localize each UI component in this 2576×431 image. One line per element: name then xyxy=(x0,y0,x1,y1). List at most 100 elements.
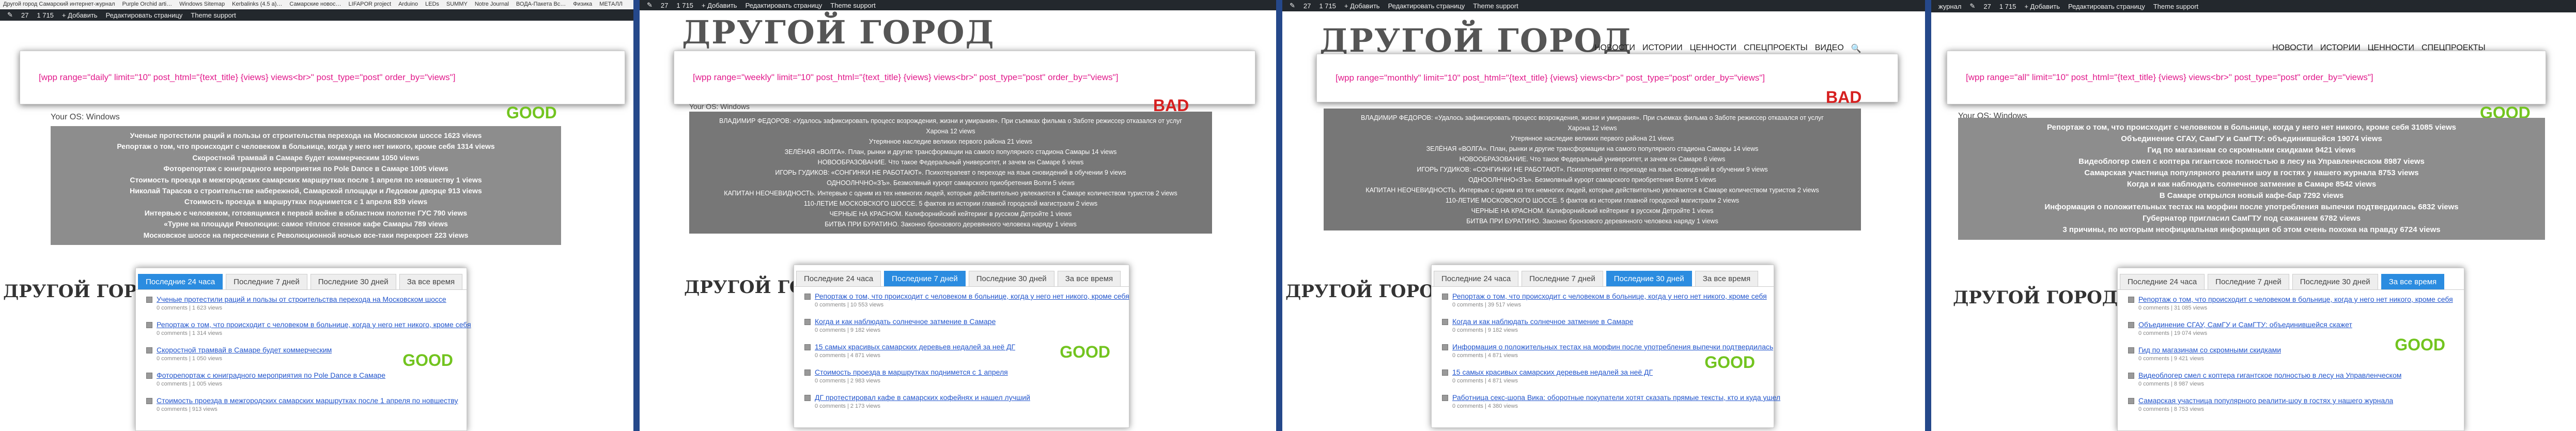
admin-item[interactable]: Редактировать страницу xyxy=(2068,3,2145,10)
bookmark-item[interactable]: LIFAPOR project xyxy=(349,1,392,7)
post-link[interactable]: 15 самых красивых самарских деревьев нед… xyxy=(815,343,1015,351)
comments-icon[interactable]: ✎ xyxy=(7,11,13,19)
admin-item[interactable]: + Добавить xyxy=(702,2,737,9)
post-link[interactable]: Стоимость проезда в межгородских самарск… xyxy=(157,396,458,405)
tab-7d[interactable]: Последние 7 дней xyxy=(2208,274,2289,289)
comments-icon[interactable]: ✎ xyxy=(1969,2,1975,10)
list-item[interactable]: Работница секс-шопа Вика: оборотные поку… xyxy=(1442,393,1780,409)
admin-item[interactable]: + Добавить xyxy=(62,11,98,19)
post-link[interactable]: Работница секс-шопа Вика: оборотные поку… xyxy=(1452,393,1780,402)
admin-item[interactable]: Theme support xyxy=(1473,2,1518,10)
tab-24h[interactable]: Последние 24 часа xyxy=(796,271,881,286)
tab-7d[interactable]: Последние 7 дней xyxy=(1522,271,1603,286)
admin-item[interactable]: 27 xyxy=(21,11,28,19)
admin-item[interactable]: 1 715 xyxy=(37,11,54,19)
bookmark-item[interactable]: Windows Sitemap xyxy=(179,1,225,7)
list-item[interactable]: Видеоблогер смел с коптера гигантское по… xyxy=(2128,371,2457,387)
tab-all-time[interactable]: За все время xyxy=(1695,271,1759,286)
list-item[interactable]: Репортаж о том, что происходит с человек… xyxy=(804,292,1129,308)
nav-item[interactable]: ВИДЕО xyxy=(1815,43,1844,54)
search-icon[interactable]: 🔍 xyxy=(1851,43,1861,54)
admin-item[interactable]: журнал xyxy=(1938,3,1961,10)
bookmark-item[interactable]: Kerbalinks (4.5 a)… xyxy=(232,1,282,7)
post-link[interactable]: Репортаж о том, что происходит с человек… xyxy=(157,320,471,329)
list-item[interactable]: Репортаж о том, что происходит с человек… xyxy=(146,320,471,336)
post-link[interactable]: Стоимость проезда в маршрутках подниметс… xyxy=(815,368,1008,376)
admin-item[interactable]: Theme support xyxy=(830,2,875,9)
list-item[interactable]: Ученые протестили раций и пользы от стро… xyxy=(146,295,459,311)
comments-icon[interactable]: ✎ xyxy=(1290,2,1295,10)
bookmark-item[interactable]: LEDs xyxy=(425,1,439,7)
admin-item[interactable]: 27 xyxy=(661,2,668,9)
admin-item[interactable]: Редактировать страницу xyxy=(746,2,823,9)
tab-all-time[interactable]: За все время xyxy=(1057,271,1121,286)
bookmark-item[interactable]: Purple Orchid arti… xyxy=(122,1,173,7)
tab-30d[interactable]: Последние 30 дней xyxy=(2292,274,2378,289)
post-link[interactable]: Гид по магазинам со скромными скидками xyxy=(2138,346,2281,354)
tab-24h[interactable]: Последние 24 часа xyxy=(2120,274,2205,289)
post-link[interactable]: Информация о положительных тестах на мор… xyxy=(1452,343,1773,351)
list-item[interactable]: Стоимость проезда в маршрутках подниметс… xyxy=(804,368,1122,384)
site-logo[interactable]: ДРУГОЙ ГОРОД xyxy=(1285,281,1450,302)
site-logo[interactable]: ДРУГОЙ ГОРОД xyxy=(682,13,995,51)
post-link[interactable]: Когда и как наблюдать солнечное затмение… xyxy=(1452,317,1633,326)
post-link[interactable]: Репортаж о том, что происходит с человек… xyxy=(1452,292,1767,300)
tab-24h[interactable]: Последние 24 часа xyxy=(1434,271,1519,286)
list-item[interactable]: Фоторепортаж с юниградного мероприятия п… xyxy=(146,371,459,387)
list-item[interactable]: ДГ протестировал кафе в самарских кофейн… xyxy=(804,393,1122,409)
admin-item[interactable]: 1 715 xyxy=(676,2,693,9)
nav-item[interactable]: ЦЕННОСТИ xyxy=(1690,43,1736,54)
bookmark-item[interactable]: SUMMY xyxy=(446,1,468,7)
admin-item[interactable]: Theme support xyxy=(2153,3,2198,10)
bookmark-item[interactable]: Notre Journal xyxy=(475,1,509,7)
list-item[interactable]: Когда и как наблюдать солнечное затмение… xyxy=(1442,317,1766,333)
post-link[interactable]: Объединение СГАУ, СамГУ и СамГТУ: объеди… xyxy=(2138,320,2352,329)
bookmark-item[interactable]: Физика xyxy=(573,1,592,7)
tab-all-time[interactable]: За все время xyxy=(2381,274,2445,289)
admin-item[interactable]: 27 xyxy=(1983,3,1991,10)
list-item[interactable]: Стоимость проезда в межгородских самарск… xyxy=(146,396,459,412)
tab-7d[interactable]: Последние 7 дней xyxy=(884,271,966,286)
nav-item[interactable]: НОВОСТИ xyxy=(1594,43,1635,54)
bookmark-item[interactable]: Самарские новос… xyxy=(289,1,341,7)
post-link[interactable]: ДГ протестировал кафе в самарских кофейн… xyxy=(815,393,1030,402)
nav-item[interactable]: ИСТОРИИ xyxy=(1642,43,1683,54)
admin-item[interactable]: + Добавить xyxy=(2024,3,2060,10)
bookmark-item[interactable]: Arduino xyxy=(398,1,418,7)
post-link[interactable]: Когда и как наблюдать солнечное затмение… xyxy=(815,317,996,326)
thumbnail-icon xyxy=(804,294,811,300)
post-link[interactable]: Видеоблогер смел с коптера гигантское по… xyxy=(2138,371,2401,379)
bookmark-item[interactable]: ВОДА-Пакета Вс… xyxy=(516,1,566,7)
tab-all-time[interactable]: За все время xyxy=(399,274,463,289)
tab-30d[interactable]: Последние 30 дней xyxy=(968,271,1054,286)
admin-item[interactable]: Theme support xyxy=(191,11,236,19)
admin-item[interactable]: 1 715 xyxy=(1999,3,2016,10)
admin-item[interactable]: Редактировать страницу xyxy=(1388,2,1465,10)
admin-item[interactable]: + Добавить xyxy=(1344,2,1380,10)
admin-item[interactable]: 27 xyxy=(1303,2,1311,10)
site-logo[interactable]: ДРУГОЙ ГОРОД xyxy=(1953,287,2118,308)
post-link[interactable]: Репортаж о том, что происходит с человек… xyxy=(815,292,1129,300)
list-item[interactable]: Репортаж о том, что происходит с человек… xyxy=(1442,292,1767,308)
post-link[interactable]: Фоторепортаж с юниградного мероприятия п… xyxy=(157,371,385,379)
post-link[interactable]: Самарская участница популярного реалити-… xyxy=(2138,396,2393,405)
comments-icon[interactable]: ✎ xyxy=(647,1,653,9)
admin-item[interactable]: 1 715 xyxy=(1319,2,1336,10)
list-item[interactable]: Самарская участница популярного реалити-… xyxy=(2128,396,2457,412)
tab-24h[interactable]: Последние 24 часа xyxy=(138,274,223,289)
tab-30d[interactable]: Последние 30 дней xyxy=(310,274,396,289)
bookmark-item[interactable]: МЕТАЛЛ xyxy=(599,1,623,7)
post-link[interactable]: Ученые протестили раций и пользы от стро… xyxy=(157,295,446,303)
post-meta: 0 comments | 8 753 views xyxy=(2138,406,2204,412)
tab-30d[interactable]: Последние 30 дней xyxy=(1606,271,1692,286)
post-link[interactable]: Скоростной трамвай в Самаре будет коммер… xyxy=(157,346,332,354)
bookmark-item[interactable]: Другой город Самарский интернет-журнал xyxy=(3,1,115,7)
post-link[interactable]: Репортаж о том, что происходит с человек… xyxy=(2138,295,2453,303)
post-link[interactable]: 15 самых красивых самарских деревьев нед… xyxy=(1452,368,1653,376)
list-item[interactable]: Когда и как наблюдать солнечное затмение… xyxy=(804,317,1122,333)
nav-item[interactable]: СПЕЦПРОЕКТЫ xyxy=(1744,43,1808,54)
admin-item[interactable]: Редактировать страницу xyxy=(106,11,183,19)
list-item[interactable]: Репортаж о том, что происходит с человек… xyxy=(2128,295,2457,311)
tab-7d[interactable]: Последние 7 дней xyxy=(226,274,307,289)
list-item[interactable]: Объединение СГАУ, СамГУ и СамГТУ: объеди… xyxy=(2128,320,2457,336)
